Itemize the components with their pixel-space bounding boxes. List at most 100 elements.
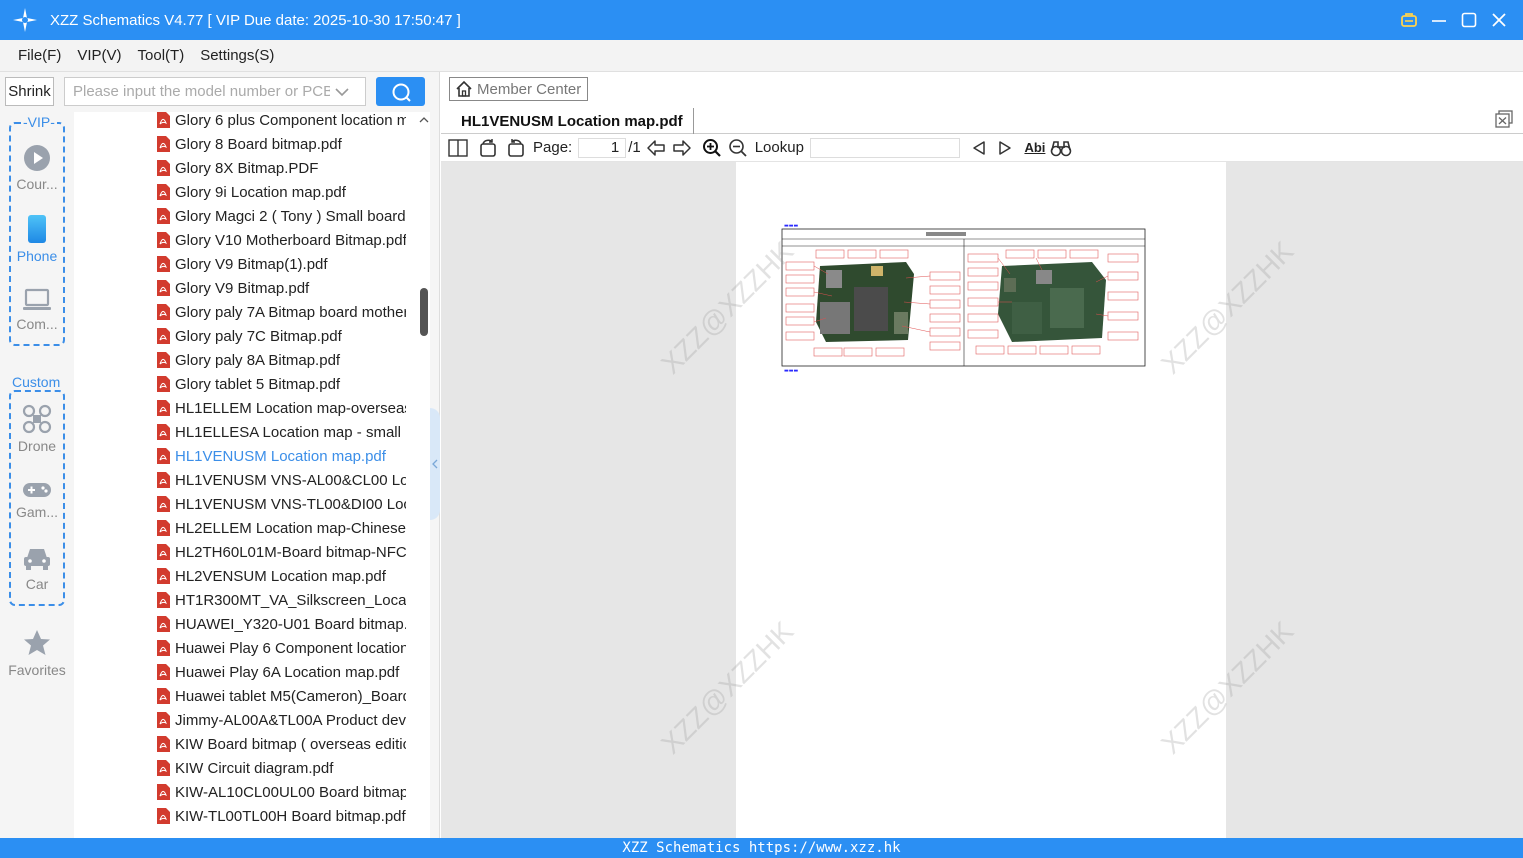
triangle-right-icon: [999, 140, 1011, 155]
scroll-up-icon[interactable]: [419, 115, 429, 125]
pdf-file-icon: [157, 232, 170, 248]
left-panel: Shrink -VIP- Cour... Phone Com..: [0, 72, 440, 838]
file-list-item[interactable]: Glory V9 Bitmap.pdf: [156, 276, 406, 300]
find-previous-button[interactable]: [968, 137, 990, 159]
lookup-input[interactable]: [809, 137, 960, 158]
viewer-toolbar: Page: /1 Lookup Abi: [441, 134, 1523, 162]
file-list-item[interactable]: Glory tablet 5 Bitmap.pdf: [156, 372, 406, 396]
member-center-button[interactable]: Member Center: [449, 77, 588, 101]
pdf-file-icon: [157, 376, 170, 392]
file-list-scrollbar[interactable]: [420, 288, 428, 336]
chevron-down-icon[interactable]: [330, 80, 354, 104]
zoom-out-button[interactable]: [727, 137, 749, 159]
file-list-item[interactable]: HL1VENUSM VNS-AL00&CL00 Location map.pdf: [156, 468, 406, 492]
file-list-item[interactable]: HL1VENUSM VNS-TL00&DI00 Location map.pdf: [156, 492, 406, 516]
rotate-right-button[interactable]: [505, 137, 527, 159]
find-next-button[interactable]: [994, 137, 1016, 159]
file-list-item[interactable]: Glory 8X Bitmap.PDF: [156, 156, 406, 180]
file-list-item[interactable]: HL2VENSUM Location map.pdf: [156, 564, 406, 588]
rotate-left-button[interactable]: [477, 137, 499, 159]
file-list-item[interactable]: Glory 8 Board bitmap.pdf: [156, 132, 406, 156]
file-list-item[interactable]: Huawei Play 6 Component location map.pdf: [156, 636, 406, 660]
pdf-file-icon: [157, 208, 170, 224]
close-tabs-icon[interactable]: [1495, 110, 1513, 128]
maximize-button[interactable]: [1459, 10, 1479, 30]
file-list-item[interactable]: HT1R300MT_VA_Silkscreen_Location.pdf: [156, 588, 406, 612]
pdf-file-icon: [157, 160, 170, 176]
menu-settings[interactable]: Settings(S): [200, 47, 274, 64]
category-drone[interactable]: Drone: [0, 404, 74, 454]
file-list-item[interactable]: Glory V9 Bitmap(1).pdf: [156, 252, 406, 276]
tab-document[interactable]: HL1VENUSM Location map.pdf: [451, 108, 694, 134]
file-name: KIW-TL00TL00H Board bitmap.pdf: [175, 807, 406, 825]
file-list-item[interactable]: Glory Magci 2 ( Tony ) Small board.pdf: [156, 204, 406, 228]
file-list-item[interactable]: Huawei Play 6A Location map.pdf: [156, 660, 406, 684]
category-game[interactable]: Gam...: [0, 480, 74, 520]
document-view[interactable]: ▬▬▬ ▬▬▬ XZZ@XZZHK XZZ@XZZHK XZZ@XZZHK XZ…: [441, 162, 1523, 838]
zoom-in-button[interactable]: [701, 137, 723, 159]
category-courses[interactable]: Cour...: [0, 144, 74, 192]
collapse-panel-button[interactable]: [430, 408, 440, 520]
zoom-out-icon: [728, 138, 747, 157]
file-list-item[interactable]: HL2ELLEM Location map-Chinese.pdf: [156, 516, 406, 540]
file-list-item[interactable]: HL1VENUSM Location map.pdf: [156, 444, 406, 468]
pdf-file-icon: [157, 400, 170, 416]
file-list-item[interactable]: Glory 6 plus Component location map.pdf: [156, 112, 406, 132]
file-list-item[interactable]: HUAWEI_Y320-U01 Board bitmap.pdf: [156, 612, 406, 636]
pdf-file-icon: [157, 520, 170, 536]
file-list-item[interactable]: Jimmy-AL00A&TL00A Product dev.pdf: [156, 708, 406, 732]
page-label: Page:: [533, 139, 573, 156]
file-list-item[interactable]: KIW-TL00TL00H Board bitmap.pdf: [156, 804, 406, 828]
gamepad-icon: [23, 483, 51, 497]
file-list-item[interactable]: Glory 9i Location map.pdf: [156, 180, 406, 204]
file-list-item[interactable]: Glory paly 7C Bitmap.pdf: [156, 324, 406, 348]
file-name: Glory 9i Location map.pdf: [175, 183, 346, 201]
file-list-item[interactable]: Glory V10 Motherboard Bitmap.pdf: [156, 228, 406, 252]
previous-page-button[interactable]: [645, 137, 667, 159]
pdf-file-icon: [157, 472, 170, 488]
category-car[interactable]: Car: [0, 546, 74, 592]
file-list-item[interactable]: HL2TH60L01M-Board bitmap-NFC.pdf: [156, 540, 406, 564]
page-number-input[interactable]: [578, 137, 627, 158]
file-list-item[interactable]: KIW-AL10CL00UL00 Board bitmap.pdf: [156, 780, 406, 804]
pdf-file-icon: [157, 448, 170, 464]
search-input[interactable]: [65, 79, 330, 104]
menu-file[interactable]: File(F): [18, 47, 61, 64]
file-name: Glory paly 8A Bitmap.pdf: [175, 351, 341, 369]
file-name: KIW-AL10CL00UL00 Board bitmap.pdf: [175, 783, 406, 801]
menu-tool[interactable]: Tool(T): [138, 47, 185, 64]
page-total: /1: [628, 139, 641, 156]
category-favorites[interactable]: Favorites: [0, 628, 74, 678]
pdf-file-icon: [157, 136, 170, 152]
app-window: XZZ Schematics V4.77 [ VIP Due date: 202…: [0, 0, 1523, 858]
vip-badge-icon[interactable]: [1399, 10, 1419, 30]
next-page-button[interactable]: [671, 137, 693, 159]
pdf-file-icon: [157, 760, 170, 776]
pdf-file-icon: [157, 568, 170, 584]
pdf-file-icon: [157, 808, 170, 824]
close-button[interactable]: [1489, 10, 1509, 30]
find-button[interactable]: [1050, 137, 1072, 159]
file-list-item[interactable]: KIW Board bitmap ( overseas edition ).pd…: [156, 732, 406, 756]
search-button[interactable]: [376, 77, 425, 106]
file-list-item[interactable]: Huawei tablet M5(Cameron)_Board.pdf: [156, 684, 406, 708]
file-name: Glory 6 plus Component location map.pdf: [175, 112, 406, 129]
phone-icon: [28, 215, 46, 243]
svg-text:▬▬▬: ▬▬▬: [784, 368, 798, 374]
two-pane-icon: [448, 138, 468, 157]
shrink-button[interactable]: Shrink: [5, 77, 54, 106]
category-phone[interactable]: Phone: [0, 214, 74, 264]
file-list-item[interactable]: Glory paly 8A Bitmap.pdf: [156, 348, 406, 372]
minimize-button[interactable]: [1429, 10, 1449, 30]
pdf-file-icon: [157, 736, 170, 752]
home-icon: [456, 80, 472, 97]
category-computer[interactable]: Com...: [0, 288, 74, 332]
file-list-item[interactable]: HL1ELLEM Location map-overseas.pdf: [156, 396, 406, 420]
match-case-button[interactable]: Abi: [1022, 137, 1048, 159]
file-name: Glory V9 Bitmap.pdf: [175, 279, 310, 297]
file-list-item[interactable]: HL1ELLESA Location map - small board.pdf: [156, 420, 406, 444]
menu-vip[interactable]: VIP(V): [77, 47, 121, 64]
file-list-item[interactable]: KIW Circuit diagram.pdf: [156, 756, 406, 780]
sidebar-toggle-button[interactable]: [447, 137, 469, 159]
file-list-item[interactable]: Glory paly 7A Bitmap board motherboard.p…: [156, 300, 406, 324]
